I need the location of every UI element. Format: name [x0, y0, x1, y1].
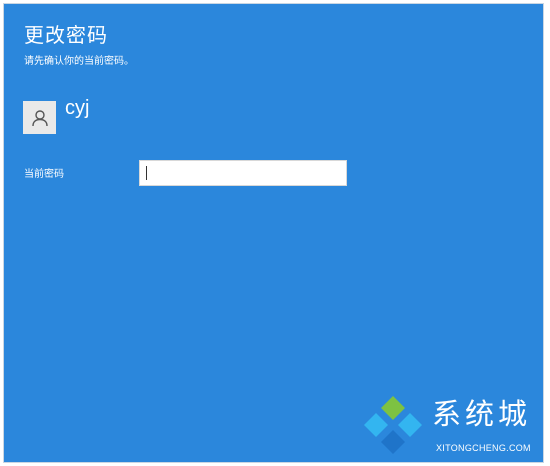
page-subtitle: 请先确认你的当前密码。 — [24, 56, 134, 67]
current-password-input[interactable] — [139, 160, 347, 186]
user-avatar-icon — [23, 101, 56, 134]
text-caret — [146, 166, 147, 180]
diamond-logo-icon — [362, 396, 424, 460]
account-username: cyj — [65, 97, 90, 119]
watermark-text-chinese: 系统城 — [432, 397, 532, 431]
current-password-label: 当前密码 — [24, 169, 64, 180]
watermark-text-english: XITONGCHENG.COM — [436, 443, 531, 453]
user-silhouette-icon — [31, 109, 48, 126]
page-title: 更改密码 — [24, 23, 108, 47]
change-password-window: 更改密码 请先确认你的当前密码。 cyj 当前密码 系统城 XITONGCHEN… — [3, 3, 544, 463]
